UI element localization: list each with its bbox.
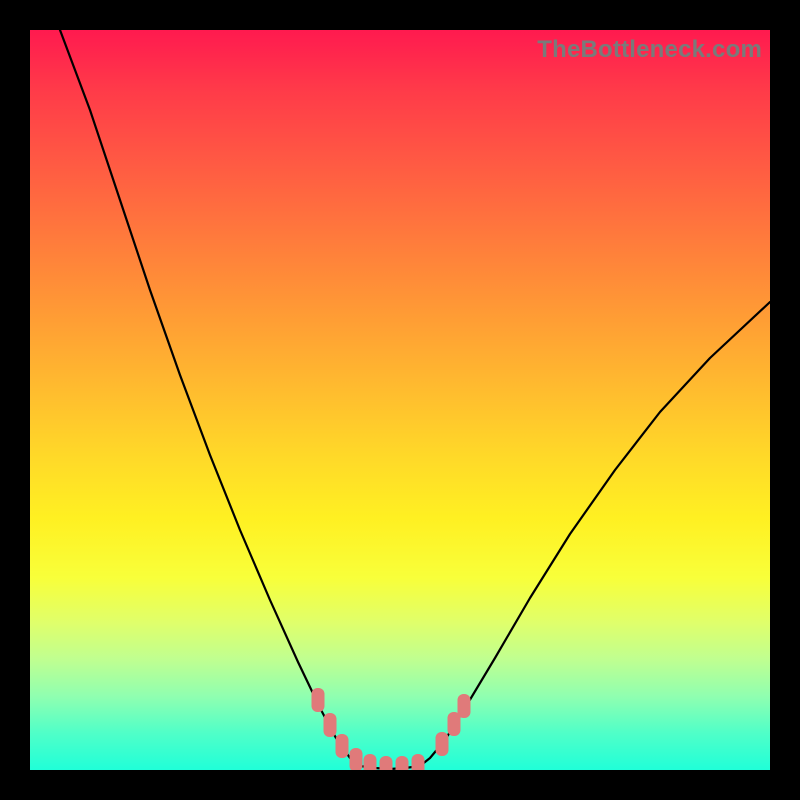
valley-marker xyxy=(458,694,471,718)
valley-marker xyxy=(350,748,363,770)
valley-marker xyxy=(396,756,409,770)
valley-marker xyxy=(324,713,337,737)
valley-marker-group xyxy=(312,688,471,770)
plot-area: TheBottleneck.com xyxy=(30,30,770,770)
valley-marker xyxy=(448,712,461,736)
valley-marker xyxy=(412,754,425,770)
valley-marker xyxy=(436,732,449,756)
valley-marker xyxy=(336,734,349,758)
valley-marker xyxy=(364,754,377,770)
chart-frame: TheBottleneck.com xyxy=(0,0,800,800)
chart-svg xyxy=(30,30,770,770)
valley-marker xyxy=(380,756,393,770)
valley-marker xyxy=(312,688,325,712)
bottleneck-curve xyxy=(60,30,770,769)
